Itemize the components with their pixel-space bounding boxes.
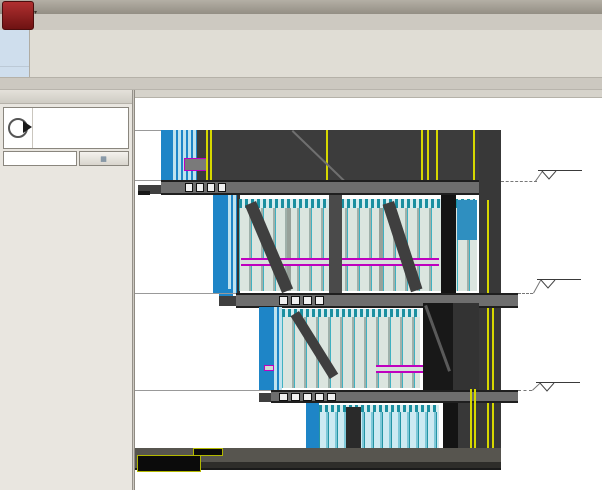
curtain-hatch-3f	[226, 195, 237, 293]
edit-type-button[interactable]: ▦	[79, 151, 129, 166]
slab-beam-section	[315, 296, 324, 305]
roof-stud-line	[210, 130, 212, 180]
application-menu-arrow-icon[interactable]: ▾	[34, 9, 37, 16]
revit-application-button[interactable]	[2, 1, 34, 30]
view-top-band	[135, 90, 602, 98]
core-stud-line	[487, 200, 489, 468]
level-line-4f-left	[135, 180, 161, 181]
glazing-1f	[319, 412, 439, 453]
select-dropdown[interactable]	[0, 66, 29, 77]
options-bar	[0, 78, 602, 90]
revit-window: ▾	[0, 0, 602, 490]
slab-beam-section	[196, 183, 204, 192]
curtain-blue-strip-3f	[213, 195, 226, 293]
curtain-blue-strip-2f	[259, 307, 272, 390]
roof-stud-line	[436, 130, 438, 180]
slab-beam-section	[207, 183, 215, 192]
foundation-slab	[137, 455, 201, 472]
section-type-icon	[4, 108, 33, 148]
foundation-step	[193, 448, 223, 456]
column-black-3f	[441, 195, 456, 293]
properties-grid	[0, 167, 132, 490]
glazing-right-3f	[457, 240, 477, 291]
ribbon	[0, 30, 602, 78]
roof-line-left	[135, 130, 161, 131]
level-line-3f-right[interactable]	[518, 293, 533, 294]
spandrel-band-2f	[282, 309, 420, 317]
walkway-edge-2f	[259, 393, 271, 402]
level-head-icon[interactable]	[540, 280, 556, 289]
curtain-hatch-2f	[272, 307, 282, 390]
level-head-icon[interactable]	[539, 383, 555, 392]
level-line-2f-right[interactable]	[518, 390, 532, 391]
properties-header	[0, 90, 132, 104]
core-dark-2f	[453, 303, 479, 390]
slab-beam-section	[303, 296, 312, 305]
type-selector[interactable]	[3, 107, 129, 149]
chevron-down-icon[interactable]	[119, 108, 128, 148]
slab-beam-section	[327, 393, 336, 401]
edit-type-icon: ▦	[100, 155, 107, 163]
instance-row: ▦	[3, 151, 129, 166]
window-frame-small-2f	[264, 365, 274, 371]
roof-stud-line	[473, 130, 475, 180]
slab-beam-section	[315, 393, 324, 401]
slab-beam-section	[291, 296, 300, 305]
slab-beam-section	[303, 393, 312, 401]
spandrel-band-3f	[239, 199, 475, 208]
roof-insulation-hatch	[171, 130, 197, 180]
instance-selector[interactable]	[3, 151, 77, 166]
modify-button[interactable]	[0, 30, 29, 66]
roof-stud-line	[427, 130, 429, 180]
roof-stud-line	[206, 130, 208, 180]
roof-stud-line	[421, 130, 423, 180]
walkway-edge-3f	[219, 296, 236, 306]
column-3f	[329, 195, 342, 293]
roof-blue-strip	[161, 130, 171, 180]
spandrel-band-1f	[319, 405, 439, 412]
level-line-3f-left	[135, 293, 236, 294]
slab-beam-section	[279, 393, 288, 401]
level-head-icon[interactable]	[541, 171, 557, 180]
glazing-post-3f	[379, 208, 383, 291]
curtain-blue-right-3f	[457, 200, 477, 240]
title-bar	[0, 0, 602, 14]
core-stud-line	[492, 305, 494, 468]
slab-beam-section	[218, 183, 226, 192]
level-line-2f-left	[135, 390, 271, 391]
building-roof-band	[161, 130, 501, 180]
walkway-edge-4f-step	[138, 191, 150, 195]
drawing-area[interactable]	[134, 90, 602, 490]
roof-parapet-window	[184, 158, 208, 171]
foundation-strip	[201, 462, 501, 468]
column-1f	[346, 407, 361, 453]
ribbon-tab-strip	[42, 14, 602, 30]
slab-beam-section	[279, 296, 288, 305]
modify-panel	[0, 30, 30, 77]
slab-beam-section	[185, 183, 193, 192]
level-line-4f-right[interactable]	[501, 181, 537, 182]
roof-stud-line	[326, 130, 328, 180]
properties-palette: ▦	[0, 90, 133, 490]
slab-beam-section	[291, 393, 300, 401]
